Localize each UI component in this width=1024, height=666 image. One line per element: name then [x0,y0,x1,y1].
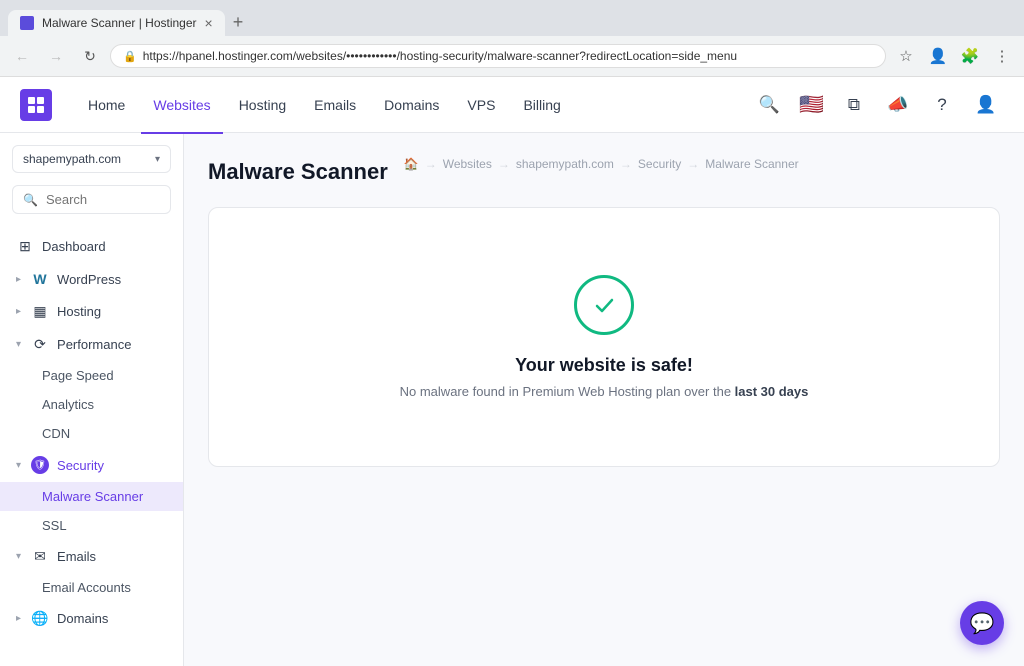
breadcrumb: 🏠 → Websites → shapemypath.com → Securit… [404,157,799,171]
main-content: shapemypath.com ▾ 🔍 ⊞ Dashboard ▸ W Word… [0,133,1024,666]
app: Home Websites Hosting Emails Domains VPS… [0,77,1024,666]
tab-title: Malware Scanner | Hostinger [42,16,197,30]
breadcrumb-security[interactable]: Security [638,157,681,171]
extensions-button[interactable]: 🧩 [956,42,984,70]
new-tab-button[interactable]: + [225,8,252,37]
success-icon [574,275,634,335]
search-button[interactable]: 🔍 [751,87,787,123]
wordpress-icon: W [31,271,49,287]
tab-favicon [20,16,34,30]
hosting-icon: ▦ [31,303,49,320]
scanner-card: Your website is safe! No malware found i… [208,207,1000,467]
search-input[interactable] [46,192,160,207]
page-title-row: Malware Scanner 🏠 → Websites → shapemypa… [208,157,1000,187]
domain-name: shapemypath.com [23,152,121,166]
profile-button[interactable]: 👤 [924,42,952,70]
browser-toolbar: ← → ↻ 🔒 https://hpanel.hostinger.com/web… [0,36,1024,76]
sidebar-item-analytics[interactable]: Analytics [0,390,183,419]
sidebar-item-emails[interactable]: ▾ ✉ Emails [0,540,183,573]
nav-domains[interactable]: Domains [372,89,451,121]
sidebar-item-label: Domains [57,611,108,626]
domain-selector[interactable]: shapemypath.com ▾ [12,145,171,173]
help-button[interactable]: ? [924,87,960,123]
sidebar: shapemypath.com ▾ 🔍 ⊞ Dashboard ▸ W Word… [0,133,184,666]
menu-button[interactable]: ⋮ [988,42,1016,70]
sidebar-item-cdn[interactable]: CDN [0,419,183,448]
chat-button[interactable]: 💬 [960,601,1004,645]
nav-vps[interactable]: VPS [455,89,507,121]
security-icon: 🛡 [31,456,49,474]
browser-chrome: Malware Scanner | Hostinger × + ← → ↻ 🔒 … [0,0,1024,77]
url-text: https://hpanel.hostinger.com/websites/••… [143,49,873,63]
breadcrumb-current: Malware Scanner [705,157,798,171]
logo-icon [20,89,52,121]
chevron-down-icon: ▾ [16,460,21,471]
nav-emails[interactable]: Emails [302,89,368,121]
scanner-headline: Your website is safe! [515,355,693,376]
chevron-down-icon: ▾ [155,154,160,165]
sidebar-item-label: Security [57,458,104,473]
browser-tabs: Malware Scanner | Hostinger × + [0,0,1024,36]
sidebar-item-malware-scanner[interactable]: Malware Scanner [0,482,183,511]
performance-icon: ⟳ [31,336,49,353]
sidebar-item-domains[interactable]: ▸ 🌐 Domains [0,602,183,635]
sidebar-item-security[interactable]: ▾ 🛡 Security [0,448,183,482]
reload-button[interactable]: ↻ [76,42,104,70]
scanner-description: No malware found in Premium Web Hosting … [400,384,809,399]
nav-home[interactable]: Home [76,89,137,121]
chevron-right-icon: ▸ [16,613,21,624]
lock-icon: 🔒 [123,50,137,63]
page-content: Malware Scanner 🏠 → Websites → shapemypa… [184,133,1024,666]
sidebar-item-hosting[interactable]: ▸ ▦ Hosting [0,295,183,328]
browser-tab[interactable]: Malware Scanner | Hostinger × [8,10,225,36]
nav-links: Home Websites Hosting Emails Domains VPS… [76,89,751,121]
sidebar-item-ssl[interactable]: SSL [0,511,183,540]
nav-billing[interactable]: Billing [511,89,572,121]
tab-close-button[interactable]: × [205,16,213,30]
sidebar-item-dashboard[interactable]: ⊞ Dashboard [0,230,183,263]
breadcrumb-websites[interactable]: Websites [443,157,492,171]
nav-hosting[interactable]: Hosting [227,89,298,121]
dashboard-icon: ⊞ [16,238,34,255]
top-nav: Home Websites Hosting Emails Domains VPS… [0,77,1024,133]
bookmark-button[interactable]: ☆ [892,42,920,70]
search-icon: 🔍 [23,193,38,207]
breadcrumb-home: 🏠 [404,157,419,171]
back-button[interactable]: ← [8,42,36,70]
toolbar-actions: ☆ 👤 🧩 ⋮ [892,42,1016,70]
windows-button[interactable]: ⧉ [836,87,872,123]
notifications-button[interactable]: 📣 [880,87,916,123]
domains-icon: 🌐 [31,610,49,627]
sidebar-item-email-accounts[interactable]: Email Accounts [0,573,183,602]
logo [20,89,52,121]
search-box[interactable]: 🔍 [12,185,171,214]
emails-icon: ✉ [31,548,49,565]
sidebar-item-wordpress[interactable]: ▸ W WordPress [0,263,183,295]
chevron-right-icon: ▸ [16,306,21,317]
sidebar-item-label: WordPress [57,272,121,287]
breadcrumb-domain[interactable]: shapemypath.com [516,157,614,171]
nav-websites[interactable]: Websites [141,89,222,121]
sidebar-item-label: Performance [57,337,131,352]
nav-actions: 🔍 🇺🇸 ⧉ 📣 ? 👤 [751,87,1004,123]
language-selector[interactable]: 🇺🇸 [795,88,828,121]
chevron-down-icon: ▾ [16,339,21,350]
account-button[interactable]: 👤 [968,87,1004,123]
sidebar-item-label: Dashboard [42,239,106,254]
sidebar-item-page-speed[interactable]: Page Speed [0,361,183,390]
sidebar-item-label: Emails [57,549,96,564]
forward-button[interactable]: → [42,42,70,70]
sidebar-item-label: Hosting [57,304,101,319]
page-title: Malware Scanner [208,159,388,185]
address-bar[interactable]: 🔒 https://hpanel.hostinger.com/websites/… [110,44,886,68]
sidebar-item-performance[interactable]: ▾ ⟳ Performance [0,328,183,361]
chevron-right-icon: ▸ [16,274,21,285]
chevron-down-icon: ▾ [16,551,21,562]
